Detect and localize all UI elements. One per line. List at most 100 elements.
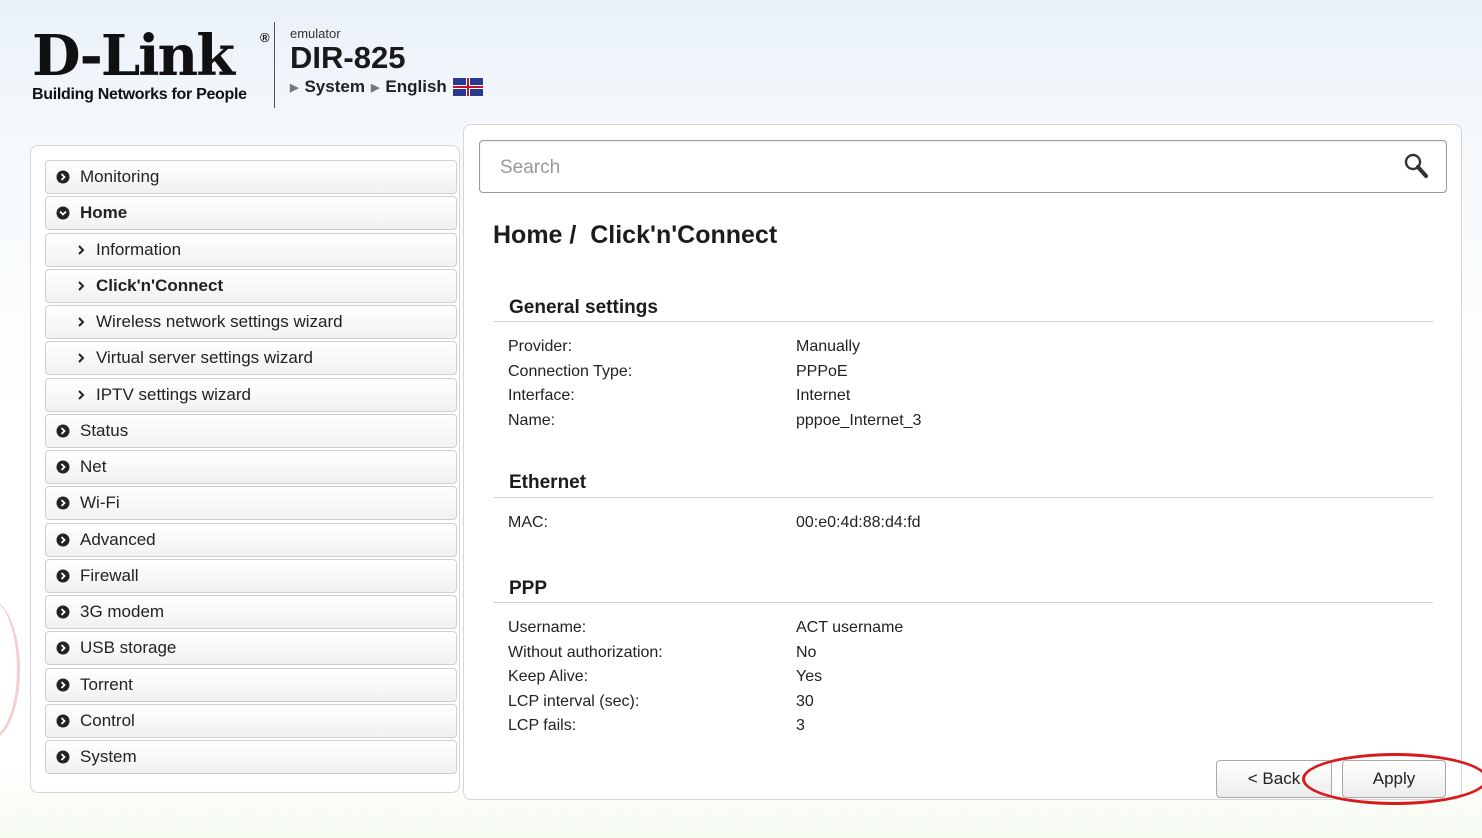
sidebar-item-clicknconnect[interactable]: Click'n'Connect: [45, 268, 457, 303]
emulator-label: emulator: [290, 26, 341, 41]
logo-tagline: Building Networks for People: [32, 86, 247, 103]
crumb-language-link[interactable]: English: [385, 77, 446, 97]
sidebar-item-label: Information: [96, 239, 182, 259]
sidebar-item-system[interactable]: System: [45, 740, 457, 774]
sidebar-item-label: Advanced: [80, 529, 156, 549]
triangle-right-icon: ▶: [370, 81, 380, 94]
sidebar-item-label: Wireless network settings wizard: [96, 312, 343, 331]
sidebar-item-monitoring[interactable]: Monitoring: [45, 160, 457, 194]
chevron-right-circle-icon: [56, 678, 70, 692]
sidebar-item-label: Firewall: [80, 565, 139, 585]
row-label: Interface:: [508, 387, 575, 404]
row-value: 00:e0:4d:88:d4:fd: [796, 514, 921, 531]
sidebar-item-virtual-server-wizard[interactable]: Virtual server settings wizard: [45, 341, 457, 376]
sidebar-item-wifi[interactable]: Wi-Fi: [45, 486, 457, 521]
sidebar-item-label: Monitoring: [80, 167, 160, 186]
sidebar-item-usb-storage[interactable]: USB storage: [45, 631, 457, 666]
model-name: DIR-825: [290, 40, 406, 75]
chevron-right-circle-icon: [56, 750, 70, 764]
header: D-Link ® Building Networks for People em…: [30, 22, 550, 112]
chevron-right-circle-icon: [56, 714, 70, 728]
sidebar-item-firewall[interactable]: Firewall: [45, 558, 457, 593]
section-title-general: General settings: [509, 297, 658, 318]
row-value: ACT username: [796, 619, 904, 636]
row-label: Keep Alive:: [508, 668, 589, 685]
section-divider: [494, 321, 1433, 322]
chevron-right-circle-icon: [56, 496, 70, 510]
apply-button[interactable]: Apply: [1342, 760, 1446, 798]
sidebar-item-label: 3G modem: [80, 602, 165, 621]
sidebar-nav: Monitoring Home Information Click'n'Conn…: [30, 145, 460, 793]
row-label: Provider:: [508, 338, 573, 355]
row-label: Username:: [508, 619, 587, 636]
main-panel: Search Home / Click'n'Connect General se…: [463, 124, 1482, 805]
header-divider: [274, 22, 275, 108]
sidebar-item-label: Control: [80, 710, 135, 730]
sidebar-item-net[interactable]: Net: [45, 450, 457, 484]
sidebar-item-label: Status: [80, 420, 129, 440]
section-divider: [494, 497, 1433, 498]
section-title-ppp: PPP: [509, 578, 548, 599]
search-input[interactable]: Search: [500, 157, 560, 179]
row-label: Name:: [508, 412, 556, 429]
sidebar-item-torrent[interactable]: Torrent: [45, 667, 457, 702]
row-value: PPPoE: [796, 363, 848, 380]
back-button[interactable]: < Back: [1216, 760, 1332, 798]
row-value: Yes: [796, 668, 823, 685]
page-title: Home / Click'n'Connect: [493, 221, 778, 249]
row-value: Internet: [796, 387, 851, 404]
row-value: Manually: [796, 338, 861, 355]
sidebar-item-wireless-wizard[interactable]: Wireless network settings wizard: [45, 305, 457, 339]
chevron-right-icon: [76, 315, 86, 329]
search-box[interactable]: Search: [479, 140, 1447, 193]
sidebar-item-label: Torrent: [80, 674, 133, 694]
sidebar-item-label: Click'n'Connect: [96, 275, 224, 295]
triangle-right-icon: ▶: [290, 81, 299, 94]
sidebar-item-label: IPTV settings wizard: [96, 384, 251, 404]
chevron-right-circle-icon: [56, 605, 70, 619]
sidebar-item-iptv-wizard[interactable]: IPTV settings wizard: [45, 377, 457, 412]
decorative-arc: [0, 600, 20, 740]
row-label: MAC:: [508, 514, 548, 531]
chevron-right-circle-icon: [56, 533, 70, 547]
sidebar-item-label: USB storage: [80, 638, 177, 658]
sidebar-item-label: Wi-Fi: [80, 493, 120, 513]
logo-text: D-Link: [32, 23, 235, 89]
sidebar-item-home[interactable]: Home: [45, 196, 457, 231]
section-title-ethernet: Ethernet: [509, 472, 587, 493]
sidebar-item-label: Home: [80, 203, 128, 223]
chevron-right-circle-icon: [56, 569, 70, 583]
chevron-right-icon: [76, 243, 86, 257]
section-divider: [494, 602, 1433, 603]
crumb-system-link[interactable]: System: [304, 77, 364, 97]
dlink-logo: D-Link ® Building Networks for People: [32, 28, 272, 108]
sidebar-item-3g-modem[interactable]: 3G modem: [45, 595, 457, 629]
sidebar-item-status[interactable]: Status: [45, 413, 457, 448]
sidebar-item-label: Net: [80, 457, 107, 476]
chevron-right-circle-icon: [56, 460, 70, 474]
chevron-right-icon: [76, 279, 86, 293]
header-breadcrumb: ▶ System ▶ English: [290, 77, 483, 97]
row-value: 3: [796, 717, 805, 734]
row-value: pppoe_Internet_3: [796, 412, 922, 429]
chevron-right-circle-icon: [56, 424, 70, 438]
uk-flag-icon[interactable]: [452, 78, 483, 96]
sidebar-item-label: Virtual server settings wizard: [96, 348, 313, 368]
registered-mark: ®: [260, 30, 270, 45]
chevron-right-icon: [76, 388, 86, 402]
row-label: Without authorization:: [508, 644, 663, 661]
search-icon[interactable]: [1402, 151, 1432, 181]
sidebar-item-information[interactable]: Information: [45, 232, 457, 267]
row-value: No: [796, 644, 817, 661]
row-value: 30: [796, 693, 814, 710]
row-label: Connection Type:: [508, 363, 633, 380]
sidebar-item-control[interactable]: Control: [45, 703, 457, 738]
chevron-right-circle-icon: [56, 170, 70, 184]
row-label: LCP fails:: [508, 717, 577, 734]
sidebar-item-label: System: [80, 747, 137, 766]
header-info: emulator DIR-825 ▶ System ▶ English: [290, 26, 483, 97]
chevron-right-circle-icon: [56, 641, 70, 655]
sidebar-item-advanced[interactable]: Advanced: [45, 522, 457, 557]
row-label: LCP interval (sec):: [508, 693, 640, 710]
chevron-right-icon: [76, 351, 86, 365]
